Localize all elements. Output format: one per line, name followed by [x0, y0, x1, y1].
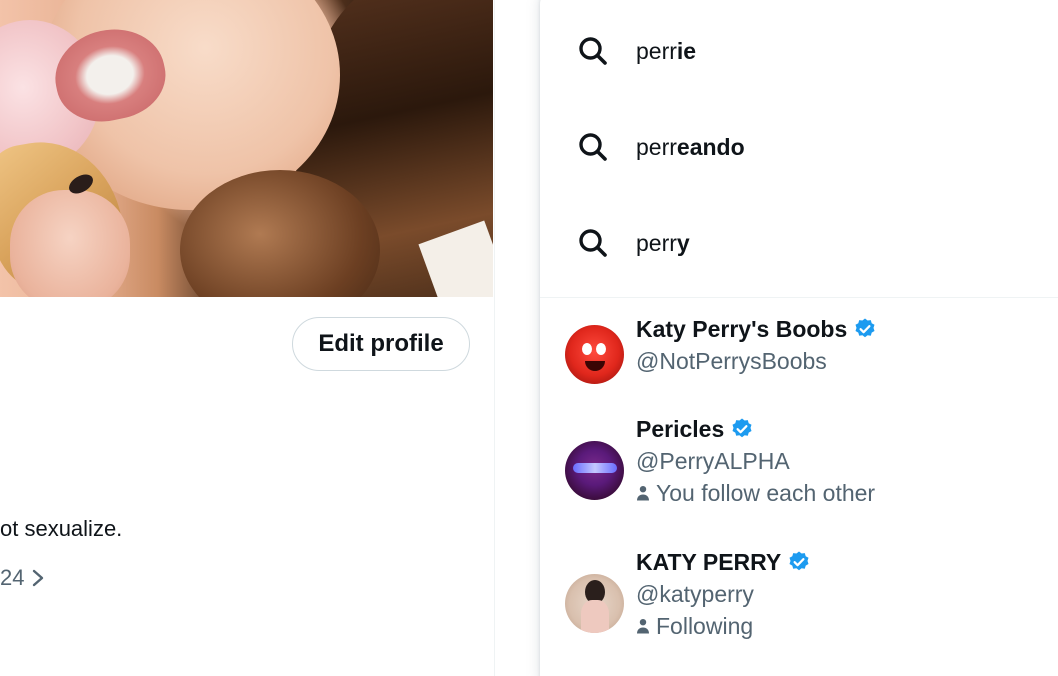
- search-suggestion[interactable]: perreando: [540, 99, 1058, 195]
- user-name-text: Katy Perry's Boobs: [636, 315, 848, 342]
- avatar-glow: [573, 463, 617, 473]
- search-icon: [579, 229, 607, 257]
- user-display-name: KATY PERRY: [636, 546, 811, 578]
- social-context: Following: [636, 610, 811, 642]
- user-handle: @PerryALPHA: [636, 448, 790, 474]
- search-icon: [579, 133, 607, 161]
- dropdown-divider: [540, 297, 1058, 298]
- verified-badge-icon: [789, 551, 809, 571]
- search-suggestion-text: perry: [636, 229, 690, 256]
- social-context-text: You follow each other: [656, 480, 876, 506]
- search-typeahead-dropdown: perrie perreando perry Katy Perry's Boob…: [540, 0, 1058, 676]
- avatar-eye: [582, 343, 592, 355]
- user-display-name: Pericles: [636, 413, 875, 445]
- person-icon: [637, 486, 649, 501]
- avatar: [565, 441, 624, 500]
- search-icon: [579, 37, 607, 65]
- user-display-name: Katy Perry's Boobs: [636, 313, 877, 345]
- profile-bio: ot sexualize.: [0, 516, 123, 541]
- verified-badge-icon: [732, 418, 752, 438]
- chevron-right-icon: [33, 569, 44, 587]
- search-suggestion-text: perrie: [636, 37, 697, 64]
- profile-meta-text: 24: [0, 565, 25, 590]
- user-result-row[interactable]: KATY PERRY @katyperry Following: [540, 549, 1058, 668]
- user-info: KATY PERRY @katyperry Following: [636, 546, 811, 642]
- user-result-row[interactable]: Pericles @PerryALPHA You follow each oth…: [540, 416, 1058, 535]
- user-info: Pericles @PerryALPHA You follow each oth…: [636, 413, 875, 509]
- search-suggestion[interactable]: perrie: [540, 3, 1058, 99]
- user-handle: @NotPerrysBoobs: [636, 348, 827, 374]
- user-info: Katy Perry's Boobs @NotPerrysBoobs: [636, 313, 877, 377]
- social-context-text: Following: [656, 613, 754, 639]
- profile-meta-link[interactable]: 24: [0, 565, 46, 591]
- search-suggestion-text: perreando: [636, 133, 745, 160]
- banner-hand: [10, 190, 130, 297]
- avatar: [565, 325, 624, 384]
- edit-profile-button[interactable]: Edit profile: [292, 317, 470, 371]
- avatar-mouth: [585, 361, 605, 371]
- user-result-row[interactable]: Katy Perry's Boobs @NotPerrysBoobs: [540, 316, 1058, 410]
- avatar: [565, 574, 624, 633]
- user-handle: @katyperry: [636, 581, 754, 607]
- user-name-text: Pericles: [636, 415, 725, 442]
- person-icon: [637, 619, 649, 634]
- verified-badge-icon: [855, 318, 875, 338]
- social-context: You follow each other: [636, 477, 875, 509]
- profile-banner-image[interactable]: [0, 0, 493, 297]
- profile-column: Edit profile ot sexualize. 24: [0, 0, 495, 676]
- user-name-text: KATY PERRY: [636, 548, 782, 575]
- avatar-eye: [596, 343, 606, 355]
- search-suggestion[interactable]: perry: [540, 195, 1058, 291]
- avatar-body: [581, 600, 609, 633]
